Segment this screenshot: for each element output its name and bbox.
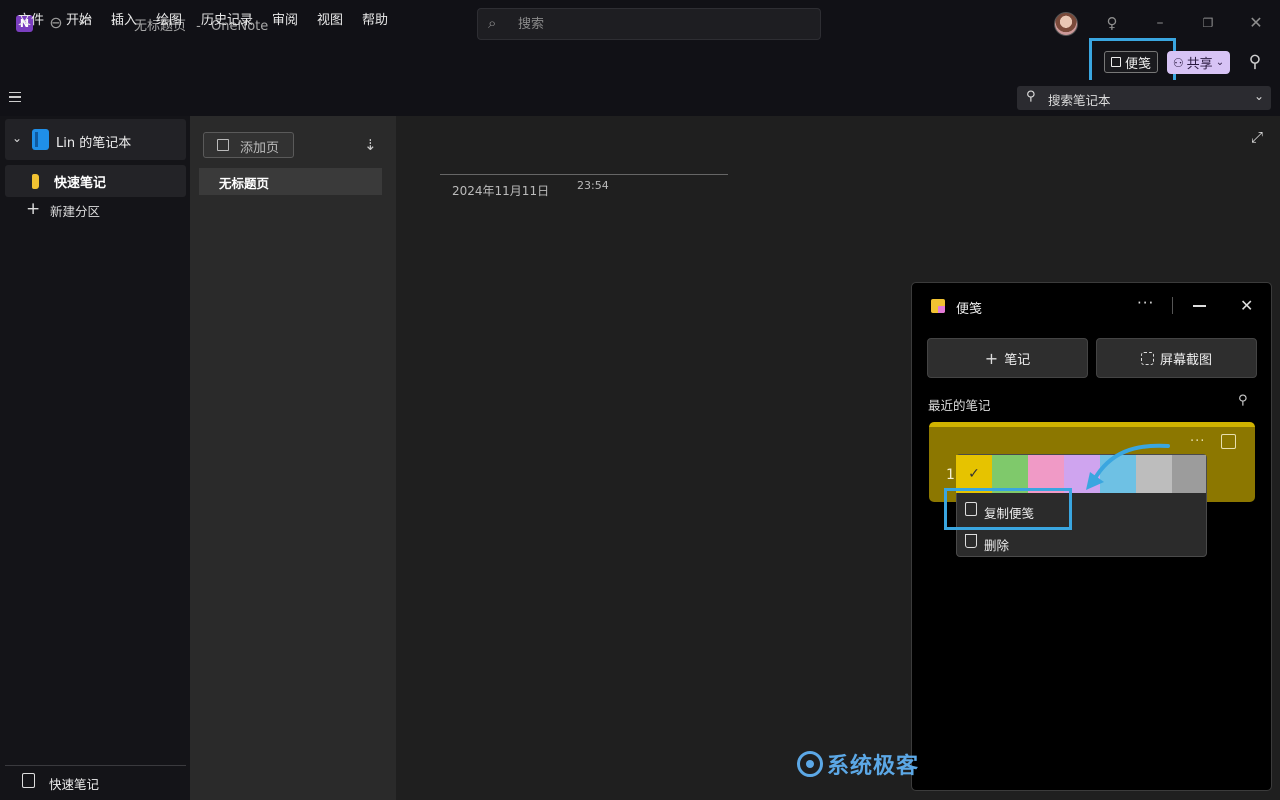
more-options-icon[interactable]: ··· (1190, 434, 1205, 449)
menu-history[interactable]: 历史记录 (201, 9, 253, 28)
menu-file[interactable]: 文件 (18, 9, 44, 28)
add-page-icon (217, 139, 229, 151)
quick-notes-label: 快速笔记 (49, 777, 100, 792)
watermark-text: 系统极客 (827, 754, 920, 779)
search-box[interactable]: ⌕ (477, 8, 821, 40)
add-section-button[interactable]: + 新建分区 (26, 200, 176, 220)
add-page-button[interactable]: 添加页 (203, 132, 294, 158)
menu-home[interactable]: 开始 (66, 9, 92, 28)
minimize-button[interactable]: – (1148, 12, 1172, 34)
maximize-button[interactable]: ❐ (1196, 12, 1220, 34)
share-button[interactable]: ⚇ 共享 ⌄ (1167, 51, 1230, 74)
annotation-arrow-icon (1086, 443, 1170, 490)
quick-notes-link[interactable]: 快速笔记 (22, 773, 172, 793)
note-text: 1 (946, 467, 955, 483)
notebook-search-label: 搜索笔记本 (1048, 93, 1111, 108)
search-icon[interactable]: ⚲ (1238, 393, 1248, 408)
delete-label: 删除 (984, 538, 1010, 553)
section-label: 快速笔记 (54, 176, 107, 191)
avatar[interactable] (1054, 12, 1078, 36)
search-input[interactable] (518, 15, 798, 33)
plus-icon: + (984, 348, 999, 368)
chevron-down-icon: ⌄ (1215, 57, 1225, 68)
menu-review[interactable]: 审阅 (272, 9, 298, 28)
notebook-icon (32, 129, 49, 150)
page-title-underline (440, 174, 728, 175)
divider (5, 765, 186, 766)
menu-insert[interactable]: 插入 (111, 9, 137, 28)
back-icon[interactable]: ⊖ (45, 12, 67, 34)
menu-draw[interactable]: 绘图 (156, 9, 182, 28)
chevron-down-icon[interactable]: ⌄ (12, 131, 22, 145)
page-icon (22, 773, 35, 788)
sort-icon[interactable]: ⇣ (364, 136, 377, 154)
lightbulb-icon[interactable]: ♀ (1100, 12, 1124, 34)
page-list (190, 116, 396, 800)
add-section-label: 新建分区 (50, 204, 101, 219)
page-time: 23:54 (577, 179, 609, 192)
sticky-notes-app-icon (931, 299, 945, 313)
highlight-box-copy-note (944, 488, 1072, 530)
menu-bar (0, 46, 1280, 80)
more-options-icon[interactable]: ··· (1137, 294, 1154, 312)
divider (1172, 297, 1173, 314)
menu-view[interactable]: 视图 (317, 9, 343, 28)
share-icon: ⚇ (1172, 55, 1184, 70)
section-item-quick-notes[interactable]: 快速笔记 (5, 165, 186, 197)
search-icon: ⚲ (1026, 89, 1036, 104)
delete-menu-item[interactable]: 删除 (962, 531, 1202, 555)
search-icon: ⌕ (488, 14, 497, 32)
notebook-header[interactable]: ⌄ Lin 的笔记本 (5, 119, 186, 160)
screenshot-label: 屏幕截图 (1159, 352, 1212, 368)
add-page-label: 添加页 (240, 141, 280, 156)
hamburger-menu-icon[interactable] (9, 92, 21, 102)
watermark: 系统极客 (797, 748, 919, 780)
expand-icon[interactable]: ⤢ (1251, 128, 1263, 146)
page-item[interactable]: 无标题页 (199, 168, 382, 195)
page-item-label: 无标题页 (219, 176, 270, 191)
trash-icon (965, 534, 977, 548)
new-note-button[interactable]: + 笔记 (927, 338, 1088, 378)
screenshot-button[interactable]: 屏幕截图 (1096, 338, 1257, 378)
menu-help[interactable]: 帮助 (362, 9, 388, 28)
minimize-pane-button[interactable] (1193, 305, 1206, 307)
notebook-search[interactable]: ⚲ 搜索笔记本 ⌄ (1017, 86, 1271, 110)
check-icon: ✓ (968, 466, 980, 482)
open-note-icon[interactable] (1221, 434, 1236, 449)
feedback-icon[interactable]: ⚲ (1244, 52, 1266, 72)
close-pane-button[interactable]: ✕ (1240, 296, 1253, 315)
notebook-name: Lin 的笔记本 (56, 136, 132, 151)
new-note-label: 笔记 (1004, 352, 1031, 368)
watermark-logo-icon (797, 751, 823, 777)
share-label: 共享 (1186, 57, 1213, 72)
recent-notes-label: 最近的笔记 (928, 398, 991, 413)
close-button[interactable]: ✕ (1244, 12, 1268, 34)
chevron-down-icon[interactable]: ⌄ (1254, 89, 1264, 103)
screenshot-icon (1140, 351, 1154, 365)
plus-icon: + (26, 199, 41, 219)
page-date: 2024年11月11日 (452, 184, 550, 198)
section-color-tab (32, 174, 39, 189)
sticky-pane-title: 便笺 (956, 302, 983, 317)
